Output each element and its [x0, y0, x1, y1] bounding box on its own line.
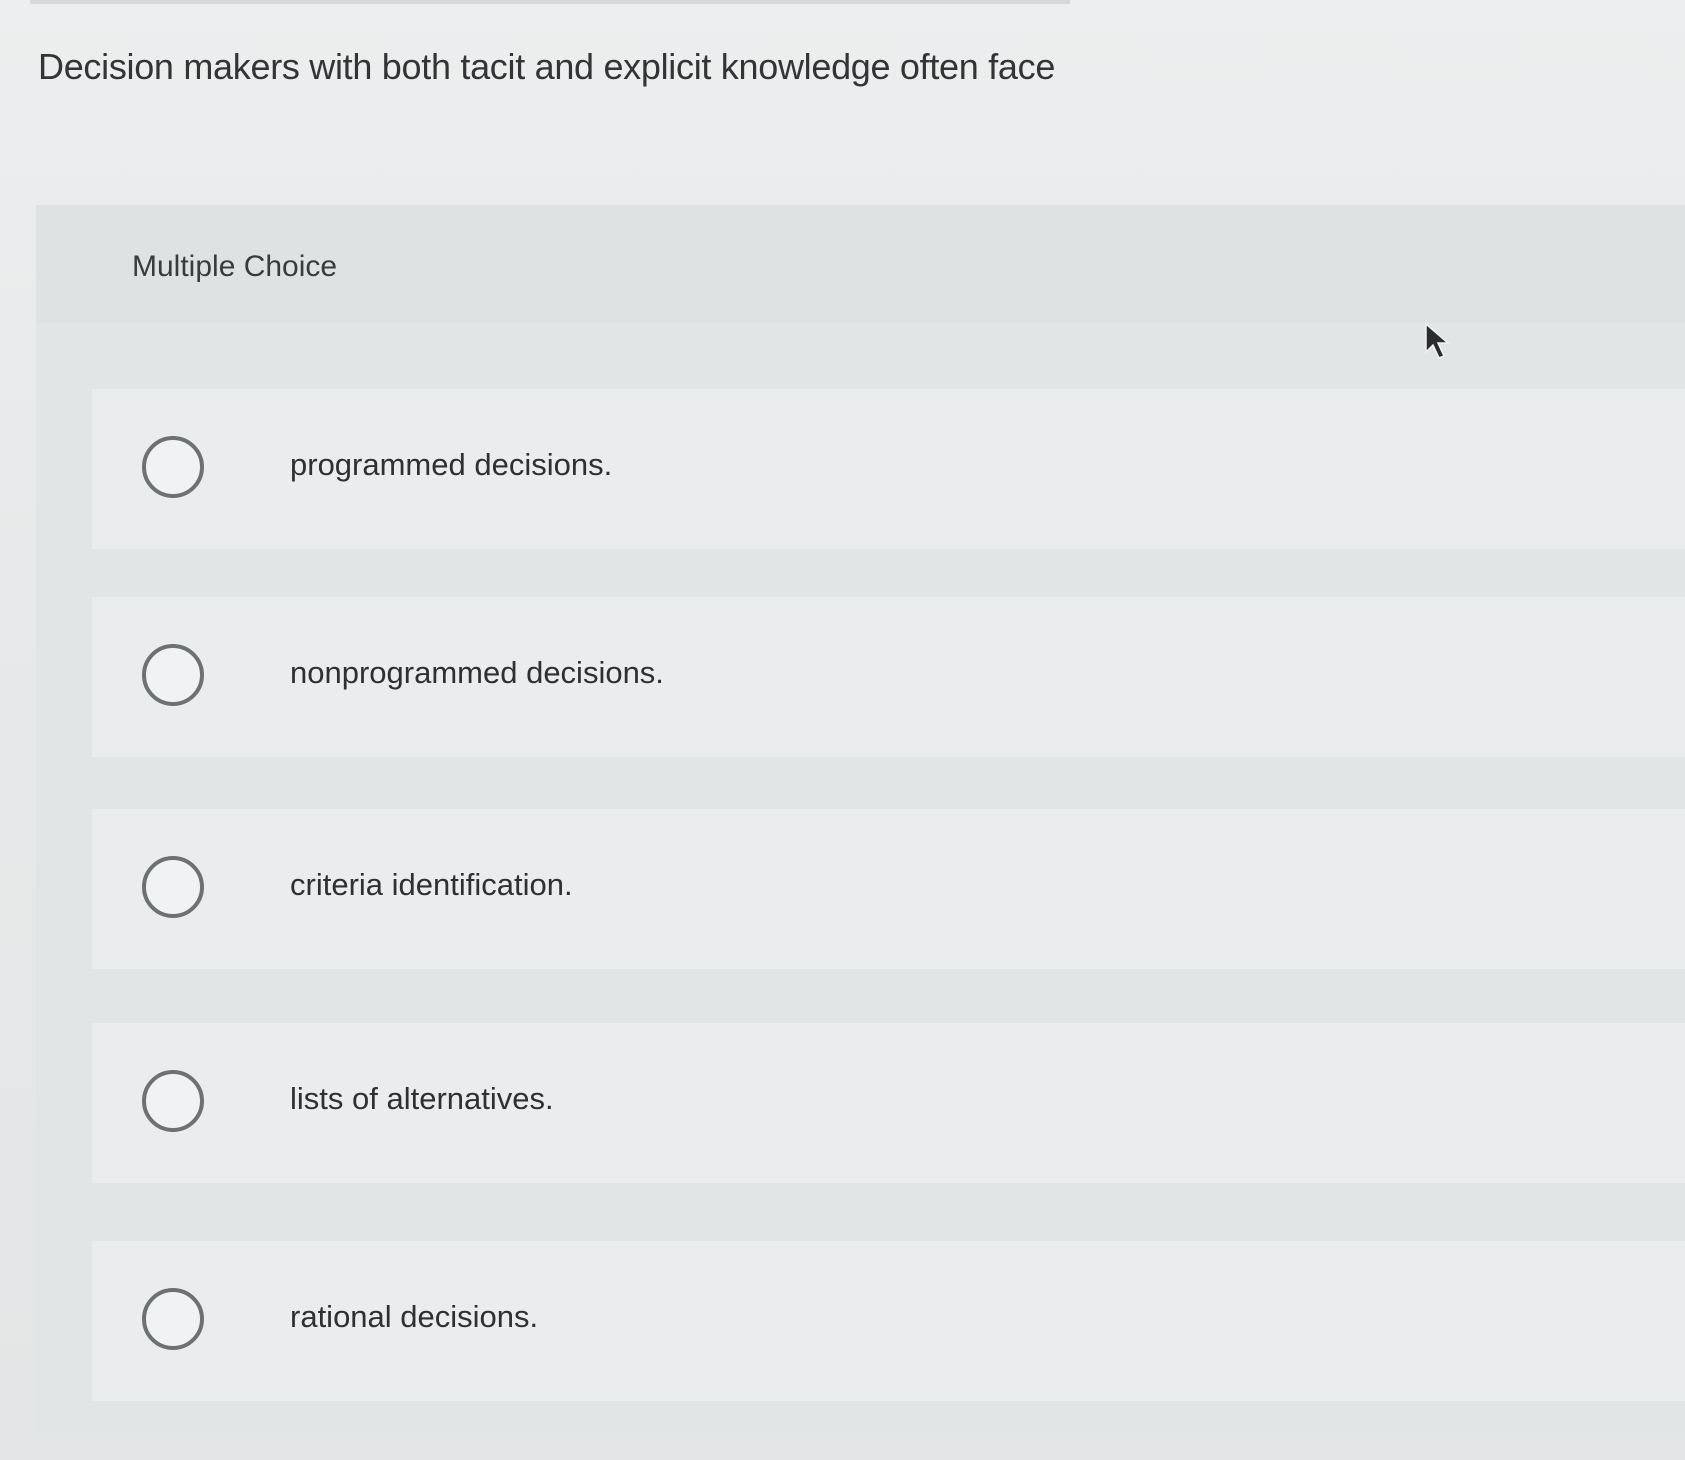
quiz-page: Decision makers with both tacit and expl…	[0, 0, 1685, 1460]
multiple-choice-label: Multiple Choice	[132, 250, 338, 283]
mouse-pointer-icon	[1425, 322, 1451, 359]
radio-button[interactable]	[142, 436, 204, 498]
option-programmed-decisions[interactable]: programmed decisions.	[92, 389, 1685, 549]
option-criteria-identification[interactable]: criteria identification.	[92, 809, 1685, 969]
multiple-choice-header: Multiple Choice	[36, 205, 1685, 323]
option-lists-of-alternatives[interactable]: lists of alternatives.	[92, 1023, 1685, 1183]
top-divider	[30, 0, 1070, 4]
options-list: programmed decisions. nonprogrammed deci…	[36, 323, 1685, 1433]
option-nonprogrammed-decisions[interactable]: nonprogrammed decisions.	[92, 597, 1685, 757]
option-label: programmed decisions.	[290, 447, 613, 482]
option-label: criteria identification.	[290, 867, 573, 902]
radio-button[interactable]	[142, 1288, 204, 1350]
radio-button[interactable]	[142, 856, 204, 918]
question-text: Decision makers with both tacit and expl…	[38, 46, 1056, 87]
radio-button[interactable]	[142, 1070, 204, 1132]
option-rational-decisions[interactable]: rational decisions.	[92, 1241, 1685, 1401]
option-label: nonprogrammed decisions.	[290, 655, 664, 690]
option-label: lists of alternatives.	[290, 1081, 554, 1116]
radio-button[interactable]	[142, 644, 204, 706]
option-label: rational decisions.	[290, 1299, 539, 1334]
